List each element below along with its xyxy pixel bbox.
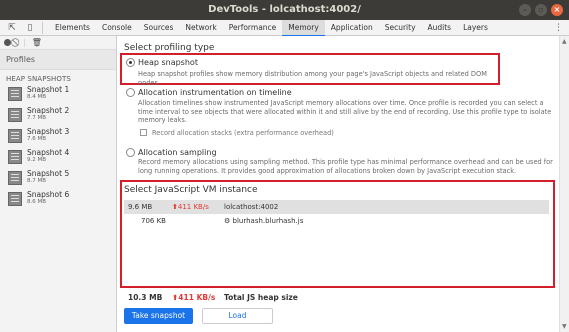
vm-instance-name: ⚙ blurhash.blurhash.js [224, 217, 304, 225]
take-snapshot-button[interactable]: Take snapshot [124, 308, 193, 324]
minimize-button[interactable]: – [519, 4, 531, 16]
snapshot-title: Snapshot 2 [27, 106, 70, 115]
record-icon[interactable] [4, 39, 11, 46]
close-button[interactable]: × [551, 4, 563, 16]
tab-memory[interactable]: Memory [282, 19, 325, 37]
snapshot-size: 7.6 MB [27, 136, 47, 142]
vm-instance-highlight-box [120, 180, 555, 288]
heap-snapshot-title: Heap snapshot [138, 58, 198, 67]
garbage-collect-icon[interactable]: 🗑 [32, 38, 42, 47]
heap-snapshots-header: HEAP SNAPSHOTS [6, 75, 71, 83]
profiles-toolbar: ⃠ | 🗑 [0, 36, 116, 50]
tab-console[interactable]: Console [96, 20, 138, 36]
tab-security[interactable]: Security [379, 20, 422, 36]
devtools-tab-bar: ⇱ ▯ Elements Console Sources Network Per… [0, 19, 569, 37]
tab-performance[interactable]: Performance [223, 20, 283, 36]
toolbar-divider [42, 21, 43, 34]
allocation-sampling-title: Allocation sampling [138, 148, 217, 157]
tab-application[interactable]: Application [325, 20, 379, 36]
more-options-icon[interactable]: ⋮ [554, 20, 563, 36]
snapshot-item[interactable]: Snapshot 3 7.6 MB [0, 127, 116, 148]
allocation-timeline-radio[interactable] [126, 88, 135, 97]
maximize-button[interactable]: ▫ [535, 4, 547, 16]
memory-main-panel: Select profiling type Heap snapshot Heap… [118, 36, 559, 332]
heap-snapshot-radio[interactable] [126, 58, 135, 67]
vm-instance-row[interactable]: 706 KB ⚙ blurhash.blurhash.js [124, 214, 549, 228]
device-toolbar-icon[interactable]: ▯ [24, 22, 36, 34]
main-scrollbar[interactable]: ▲ ▼ [559, 36, 569, 332]
allocation-timeline-description: Allocation timelines show instrumented J… [138, 99, 552, 125]
snapshot-item[interactable]: Snapshot 6 8.6 MB [0, 190, 116, 211]
snapshot-item[interactable]: Snapshot 2 7.7 MB [0, 106, 116, 127]
vm-instance-size: 9.6 MB [128, 203, 153, 211]
snapshot-icon [8, 192, 22, 206]
scroll-down-icon[interactable]: ▼ [562, 323, 567, 330]
snapshot-size: 9.2 MB [27, 157, 47, 163]
total-heap-rate: ⬆411 KB/s [172, 293, 216, 302]
tab-layers[interactable]: Layers [457, 20, 494, 36]
profiles-header: Profiles [0, 50, 116, 70]
snapshot-icon [8, 108, 22, 122]
allocation-timeline-title: Allocation instrumentation on timeline [138, 88, 292, 97]
snapshot-icon [8, 171, 22, 185]
window-title-bar: DevTools - lolcathost:4002/ – ▫ × [0, 0, 569, 20]
snapshot-title: Snapshot 5 [27, 169, 70, 178]
total-heap-size: 10.3 MB [128, 293, 163, 302]
window-title: DevTools - lolcathost:4002/ [208, 4, 361, 15]
vm-instance-rate: ⬆411 KB/s [172, 203, 209, 211]
load-button[interactable]: Load [202, 308, 273, 324]
snapshot-icon [8, 129, 22, 143]
tab-network[interactable]: Network [179, 20, 222, 36]
snapshot-icon [8, 87, 22, 101]
snapshot-icon [8, 150, 22, 164]
allocation-sampling-description: Record memory allocations using sampling… [138, 158, 553, 175]
vm-instance-name: lolcathost:4002 [224, 203, 279, 211]
tab-sources[interactable]: Sources [138, 20, 180, 36]
snapshot-size: 8.7 MB [27, 178, 47, 184]
tab-audits[interactable]: Audits [422, 20, 458, 36]
allocation-sampling-radio[interactable] [126, 148, 135, 157]
window-controls: – ▫ × [519, 4, 563, 16]
gear-icon: ⚙ [224, 217, 233, 225]
snapshot-size: 8.4 MB [27, 94, 47, 100]
vm-instance-row[interactable]: 9.6 MB ⬆411 KB/s lolcathost:4002 [124, 200, 549, 214]
snapshot-size: 8.6 MB [27, 199, 47, 205]
snapshot-title: Snapshot 3 [27, 127, 70, 136]
vm-instance-size: 706 KB [141, 217, 166, 225]
record-stacks-checkbox[interactable] [140, 129, 147, 136]
snapshot-item[interactable]: Snapshot 4 9.2 MB [0, 148, 116, 169]
profiles-sidebar: ⃠ | 🗑 Profiles HEAP SNAPSHOTS Snapshot 1… [0, 36, 117, 332]
snapshot-size: 7.7 MB [27, 115, 47, 121]
snapshot-title: Snapshot 6 [27, 190, 70, 199]
snapshot-title: Snapshot 4 [27, 148, 70, 157]
heap-snapshot-description: Heap snapshot profiles show memory distr… [138, 70, 487, 87]
profiling-type-title: Select profiling type [124, 43, 215, 53]
scroll-up-icon[interactable]: ▲ [562, 38, 567, 45]
tab-elements[interactable]: Elements [49, 20, 96, 36]
record-stacks-label: Record allocation stacks (extra performa… [152, 129, 334, 137]
total-heap-row: 10.3 MB ⬆411 KB/s Total JS heap size [124, 293, 549, 305]
total-heap-label: Total JS heap size [224, 293, 298, 302]
vm-instance-title: Select JavaScript VM instance [124, 185, 258, 195]
snapshot-item[interactable]: Snapshot 1 8.4 MB [0, 85, 116, 106]
toolbar-divider: | [23, 38, 26, 47]
snapshot-item[interactable]: Snapshot 5 8.7 MB [0, 169, 116, 190]
snapshot-title: Snapshot 1 [27, 85, 70, 94]
inspect-element-icon[interactable]: ⇱ [6, 22, 18, 34]
